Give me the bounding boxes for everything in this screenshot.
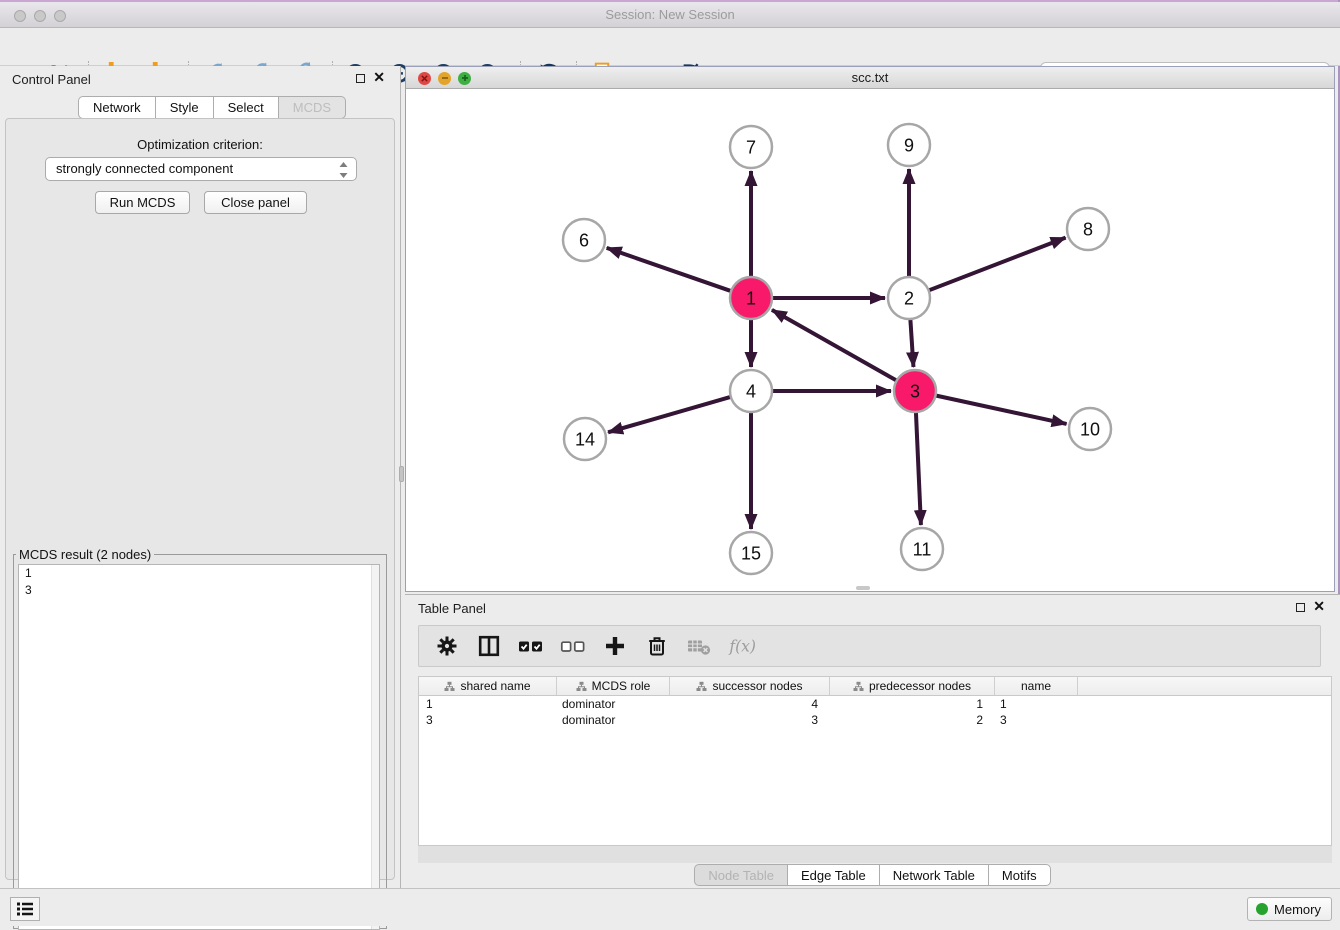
table-cell[interactable]: 1 (995, 696, 1078, 712)
function-builder-icon[interactable]: f(x) (727, 632, 755, 660)
table-row[interactable]: 3dominator323 (419, 712, 1331, 728)
run-mcds-button[interactable]: Run MCDS (95, 191, 190, 214)
select-all-columns-icon[interactable] (517, 632, 545, 660)
add-column-icon[interactable] (601, 632, 629, 660)
tab-network[interactable]: Network (78, 96, 156, 119)
attribute-tree-icon (853, 681, 864, 692)
show-column-panel-icon[interactable] (475, 632, 503, 660)
table-cell[interactable]: dominator (557, 696, 670, 712)
column-header-successor-nodes[interactable]: successor nodes (670, 677, 830, 695)
node-label-2: 2 (904, 288, 914, 308)
attribute-tree-icon (444, 681, 455, 692)
main-toolbar (0, 28, 1340, 66)
node-label-7: 7 (746, 137, 756, 157)
edge-2-8[interactable] (928, 238, 1066, 291)
table-bottom-band (418, 846, 1332, 863)
horizontal-splitter-grip[interactable] (856, 586, 870, 590)
node-label-15: 15 (741, 543, 761, 563)
table-cell[interactable]: 1 (419, 696, 557, 712)
delete-column-icon[interactable] (643, 632, 671, 660)
table-cell[interactable]: 3 (419, 712, 557, 728)
attribute-tree-icon (696, 681, 707, 692)
close-table-panel-icon[interactable]: ✕ (1313, 598, 1325, 615)
table-cell[interactable]: 3 (995, 712, 1078, 728)
node-label-3: 3 (910, 381, 920, 401)
attribute-tree-icon (576, 681, 587, 692)
node-table: shared nameMCDS rolesuccessor nodesprede… (418, 676, 1332, 846)
node-label-8: 8 (1083, 219, 1093, 239)
tab-select[interactable]: Select (214, 96, 279, 119)
optimization-criterion-label: Optimization criterion: (6, 137, 394, 152)
mcds-result-group: MCDS result (2 nodes) 13 (13, 547, 387, 929)
svg-text:f(x): f(x) (728, 637, 755, 655)
edge-3-11[interactable] (916, 411, 921, 525)
memory-label: Memory (1274, 902, 1321, 917)
memory-button[interactable]: Memory (1247, 897, 1332, 921)
tab-mcds[interactable]: MCDS (279, 96, 346, 119)
mcds-tab-content: Optimization criterion: strongly connect… (5, 118, 395, 880)
float-panel-icon[interactable] (356, 74, 365, 83)
table-cell[interactable]: 1 (830, 696, 995, 712)
main-titlebar: Session: New Session (0, 2, 1340, 28)
node-label-4: 4 (746, 381, 756, 401)
table-row[interactable]: 1dominator411 (419, 696, 1331, 712)
edge-2-3[interactable] (910, 318, 913, 367)
table-cell[interactable]: 2 (830, 712, 995, 728)
table-cell[interactable]: 3 (670, 712, 830, 728)
network-graph[interactable]: 7 9 6 8 1 2 4 3 10 14 15 11 (406, 89, 1334, 591)
column-header-shared-name[interactable]: shared name (419, 677, 557, 695)
network-canvas[interactable]: 7 9 6 8 1 2 4 3 10 14 15 11 (406, 89, 1334, 591)
control-panel-title: Control Panel (12, 72, 91, 87)
memory-status-dot (1256, 903, 1268, 915)
splitter-grip[interactable] (399, 466, 404, 482)
delete-table-icon[interactable] (685, 632, 713, 660)
node-label-9: 9 (904, 135, 914, 155)
tab-network-table[interactable]: Network Table (880, 864, 989, 886)
list-icon (15, 900, 35, 918)
control-panel: Control Panel ✕ NetworkStyleSelectMCDS O… (0, 66, 401, 888)
network-view-window: scc.txt 7 9 6 8 1 2 4 3 10 14 15 11 (405, 66, 1335, 592)
table-panel-title: Table Panel (418, 601, 486, 616)
edge-1-6[interactable] (607, 248, 732, 292)
tab-style[interactable]: Style (156, 96, 214, 119)
network-window-title: scc.txt (406, 70, 1334, 85)
status-bar: Memory (0, 888, 1340, 926)
window-title: Session: New Session (0, 7, 1340, 22)
mcds-result-line: 1 (19, 565, 379, 582)
node-label-6: 6 (579, 230, 589, 250)
edge-3-10[interactable] (935, 395, 1067, 424)
network-window-titlebar[interactable]: scc.txt (406, 67, 1334, 89)
tab-edge-table[interactable]: Edge Table (788, 864, 880, 886)
mcds-result-line: 3 (19, 582, 379, 599)
table-settings-icon[interactable] (433, 632, 461, 660)
table-panel: Table Panel ✕ f(x) shared nameMCDS role (405, 594, 1340, 888)
node-label-10: 10 (1080, 419, 1100, 439)
mcds-result-textarea[interactable]: 13 (18, 564, 380, 930)
close-panel-icon[interactable]: ✕ (373, 69, 385, 86)
tab-motifs[interactable]: Motifs (989, 864, 1051, 886)
deselect-all-columns-icon[interactable] (559, 632, 587, 660)
float-table-panel-icon[interactable] (1296, 603, 1305, 612)
table-tabs: Node TableEdge TableNetwork TableMotifs (405, 864, 1340, 886)
result-scrollbar[interactable] (371, 565, 379, 929)
column-header-predecessor-nodes[interactable]: predecessor nodes (830, 677, 995, 695)
optimization-criterion-select[interactable]: strongly connected component (45, 157, 357, 181)
edge-3-1[interactable] (772, 310, 898, 381)
table-cell[interactable]: dominator (557, 712, 670, 728)
table-header-row: shared nameMCDS rolesuccessor nodesprede… (419, 677, 1331, 696)
edge-4-14[interactable] (608, 397, 732, 433)
node-label-14: 14 (575, 429, 595, 449)
mcds-result-title: MCDS result (2 nodes) (16, 547, 154, 562)
column-header-MCDS-role[interactable]: MCDS role (557, 677, 670, 695)
control-panel-tabs: NetworkStyleSelectMCDS (78, 96, 346, 119)
close-panel-button[interactable]: Close panel (204, 191, 307, 214)
tab-node-table[interactable]: Node Table (694, 864, 788, 886)
table-toolbar: f(x) (418, 625, 1321, 667)
table-cell[interactable]: 4 (670, 696, 830, 712)
node-label-1: 1 (746, 288, 756, 308)
column-header-name[interactable]: name (995, 677, 1078, 695)
chevron-up-down-icon (338, 161, 349, 186)
task-history-button[interactable] (10, 897, 40, 921)
node-label-11: 11 (913, 539, 932, 559)
